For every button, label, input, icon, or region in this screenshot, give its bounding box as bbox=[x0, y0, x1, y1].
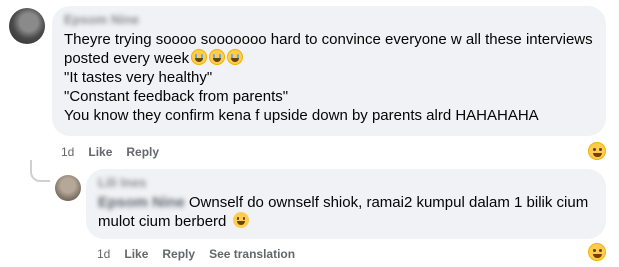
laughing-face-icon[interactable] bbox=[588, 243, 606, 261]
like-button[interactable]: Like bbox=[88, 145, 112, 159]
reply-line-2: mulot cium berberd bbox=[98, 212, 598, 231]
crying-face-emoji-icon bbox=[191, 49, 208, 65]
comment-line-5: You know they confirm kena f upside down… bbox=[64, 107, 539, 124]
reply-thread-connector bbox=[30, 160, 50, 182]
comment-actions: 1d Like Reply bbox=[61, 145, 159, 159]
comment-line-1: Theyre trying soooo sooooooo hard to con… bbox=[64, 31, 593, 48]
reply-reply-button[interactable]: Reply bbox=[162, 247, 195, 261]
reply-actions: 1d Like Reply See translation bbox=[97, 247, 295, 261]
reply-mention[interactable]: Epsom Nine bbox=[98, 194, 185, 211]
comment-bubble: Epsom Nine Theyre trying soooo sooooooo … bbox=[52, 6, 606, 136]
rolling-laughing-emoji-icon bbox=[232, 212, 249, 228]
comment-line-3: "It tastes very healthy" bbox=[64, 69, 213, 86]
replier-avatar[interactable] bbox=[55, 175, 81, 201]
commenter-avatar[interactable] bbox=[9, 8, 45, 44]
comment-author-name[interactable]: Epsom Nine bbox=[64, 12, 139, 27]
crying-face-emoji-icon bbox=[227, 49, 244, 65]
comment-line-2: posted every week bbox=[64, 49, 599, 68]
comment-timestamp[interactable]: 1d bbox=[61, 145, 74, 159]
reply-like-button[interactable]: Like bbox=[124, 247, 148, 261]
crying-face-emoji-icon bbox=[209, 49, 226, 65]
reply-author-name[interactable]: Lili Ines bbox=[98, 175, 146, 190]
see-translation-button[interactable]: See translation bbox=[209, 247, 295, 261]
comment-text: Theyre trying soooo sooooooo hard to con… bbox=[64, 30, 599, 125]
reply-bubble: Lili Ines Epsom Nine Ownself do ownself … bbox=[86, 169, 606, 239]
comment-line-4: "Constant feedback from parents" bbox=[64, 88, 289, 105]
reply-timestamp[interactable]: 1d bbox=[97, 247, 110, 261]
laughing-face-icon[interactable] bbox=[588, 142, 606, 160]
reply-text: Epsom Nine Ownself do ownself shiok, ram… bbox=[98, 193, 598, 231]
reply-line-1: Epsom Nine Ownself do ownself shiok, ram… bbox=[98, 194, 589, 211]
reply-button[interactable]: Reply bbox=[126, 145, 159, 159]
